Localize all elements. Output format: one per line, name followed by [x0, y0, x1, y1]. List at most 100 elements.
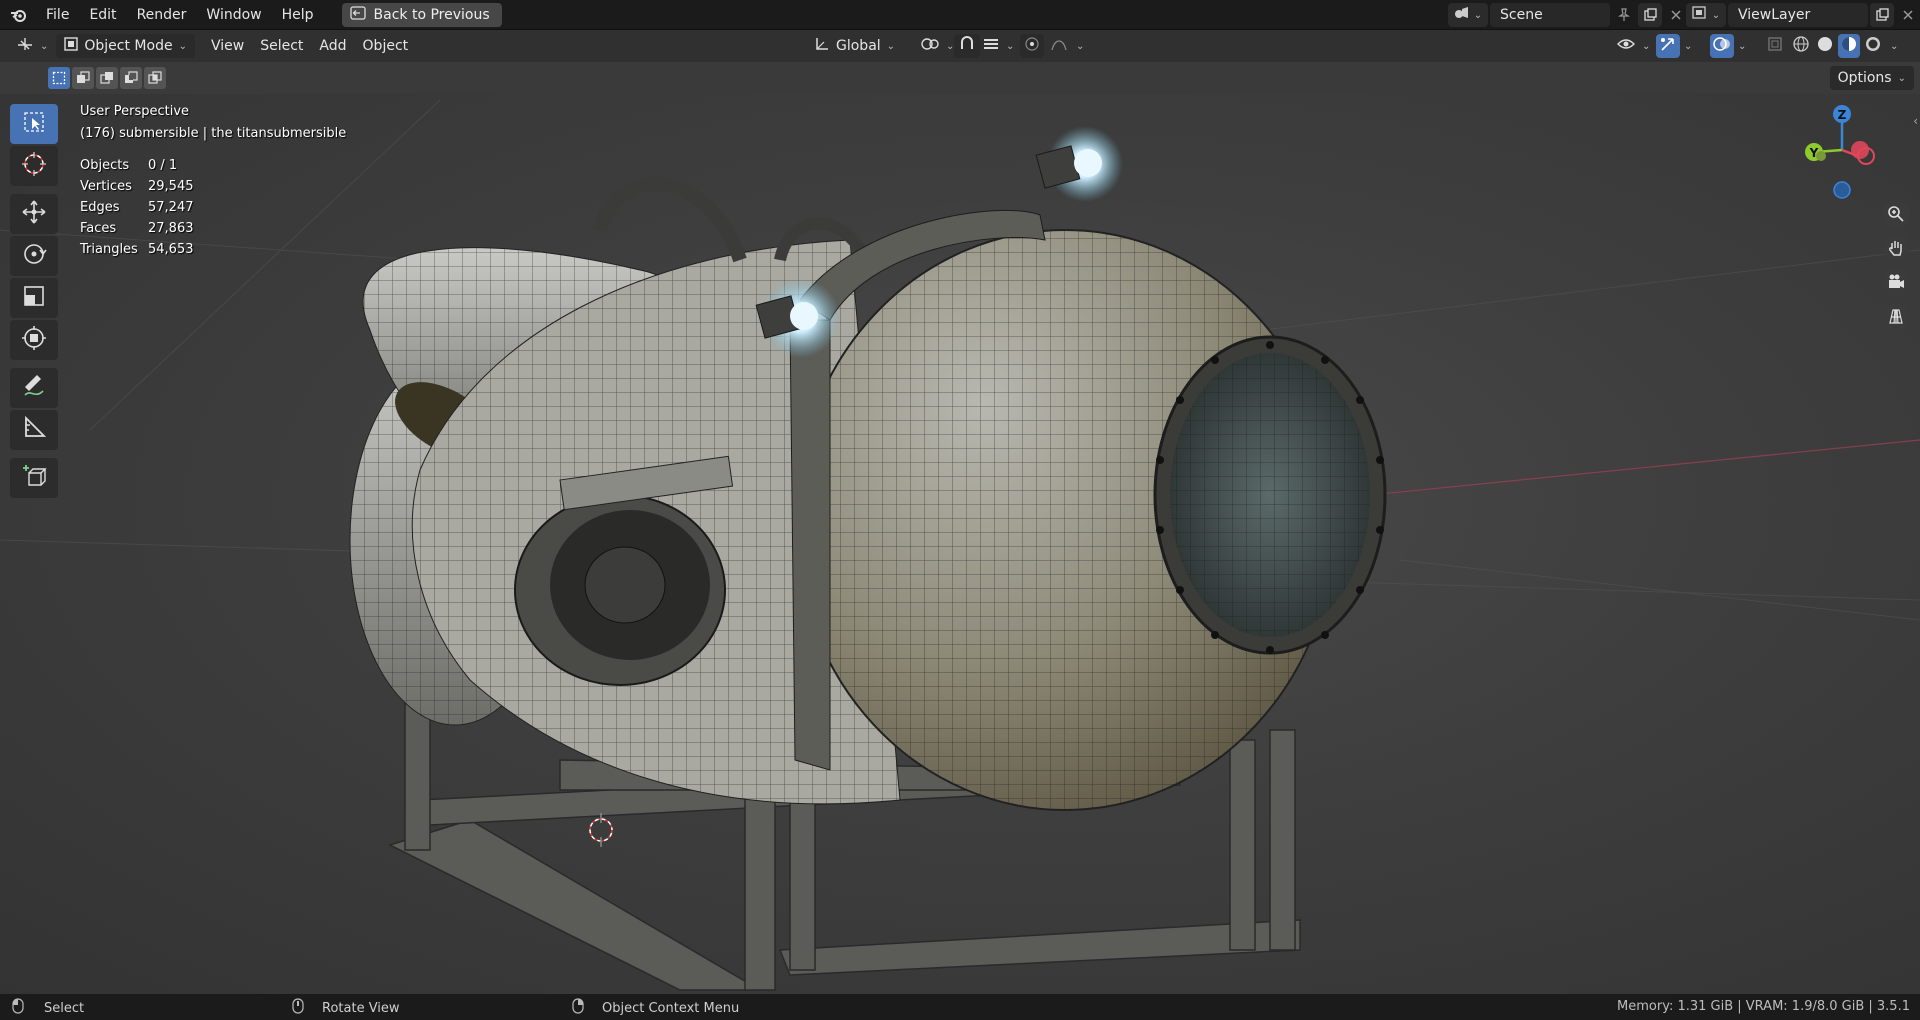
mouse-left-icon [12, 998, 24, 1018]
gizmo-dropdown[interactable]: ⌄ [1680, 34, 1696, 58]
close-icon[interactable] [1896, 3, 1920, 27]
stat-value: 54,653 [148, 242, 194, 257]
move-tool[interactable] [10, 194, 58, 234]
selection-mode-group [48, 67, 166, 89]
view-layer-name-field[interactable]: ViewLayer [1728, 3, 1868, 27]
view-layer-browse-dropdown[interactable]: ⌄ [1686, 3, 1726, 27]
chevron-down-icon: ⌄ [1006, 40, 1015, 52]
3d-viewport[interactable]: User Perspective (176) submersible | the… [0, 94, 1920, 994]
menu-object[interactable]: Object [355, 34, 417, 58]
scene-name-field[interactable]: Scene [1490, 3, 1610, 27]
stat-label: Objects [80, 158, 130, 173]
chevron-down-icon: ⌄ [1684, 40, 1693, 52]
stat-label: Faces [80, 221, 117, 236]
z-axis-label: Z [1838, 108, 1847, 122]
object-mode-icon [64, 37, 79, 55]
neg-z-axis-ball [1833, 181, 1851, 199]
shading-wireframe-button[interactable] [1790, 34, 1812, 58]
blender-logo-icon[interactable] [0, 0, 36, 30]
camera-view-icon[interactable] [1882, 268, 1910, 296]
cursor-icon [21, 151, 47, 181]
back-label: Back to Previous [373, 6, 490, 23]
select-extend-icon[interactable] [72, 67, 94, 89]
cursor-tool[interactable] [10, 146, 58, 186]
stat-row: Vertices 29,545 [80, 179, 346, 200]
tool-palette [10, 104, 58, 500]
close-icon[interactable] [1664, 3, 1688, 27]
proportional-editing-toggle[interactable] [1020, 34, 1044, 58]
stat-value: 0 / 1 [148, 158, 178, 173]
status-bar: Select Rotate View Object Context Menu M… [0, 994, 1920, 1020]
back-to-previous-button[interactable]: Back to Previous [341, 2, 502, 27]
status-rotate-hint: Rotate View [292, 998, 400, 1018]
transform-tool[interactable] [10, 320, 58, 360]
snap-toggle[interactable] [954, 34, 980, 58]
gizmo-toggle[interactable] [1656, 34, 1680, 58]
editor-type-dropdown[interactable]: ⌄ [8, 34, 56, 58]
falloff-dropdown[interactable]: ⌄ [1046, 34, 1088, 58]
menu-window[interactable]: Window [196, 0, 271, 30]
zoom-icon[interactable] [1882, 200, 1910, 228]
menu-edit[interactable]: Edit [79, 0, 126, 30]
top-menu-bar: File Edit Render Window Help Back to Pre… [0, 0, 1920, 30]
add-cube-tool[interactable] [10, 458, 58, 498]
orientation-dropdown[interactable]: Global ⌄ [806, 34, 903, 58]
add-cube-icon [21, 463, 47, 493]
shading-rendered-button[interactable] [1862, 34, 1884, 58]
visibility-dropdown[interactable]: ⌄ [1612, 34, 1654, 58]
overlays-icon [1712, 35, 1732, 57]
chevron-down-icon: ⌄ [1473, 9, 1483, 21]
annotate-tool[interactable] [10, 368, 58, 408]
viewport-info-overlay: User Perspective (176) submersible | the… [80, 104, 346, 263]
menu-file[interactable]: File [36, 0, 79, 30]
status-select-label: Select [44, 1000, 85, 1016]
select-box-tool[interactable] [10, 104, 58, 144]
view-layer-selector: ⌄ ViewLayer [1686, 3, 1920, 27]
snap-increment-icon [982, 36, 1000, 56]
menu-add[interactable]: Add [311, 34, 354, 58]
stat-row: Edges 57,247 [80, 200, 346, 221]
view-name: User Perspective [80, 104, 190, 119]
snap-target-dropdown[interactable]: ⌄ [978, 34, 1018, 58]
shading-dropdown[interactable]: ⌄ [1886, 34, 1902, 58]
menu-select[interactable]: Select [252, 34, 311, 58]
new-scene-icon[interactable] [1638, 3, 1662, 27]
scene-name: Scene [1500, 7, 1543, 23]
menu-view[interactable]: View [203, 34, 252, 58]
scale-tool[interactable] [10, 278, 58, 318]
options-dropdown[interactable]: Options ⌄ [1829, 66, 1914, 90]
shading-solid-button[interactable] [1814, 34, 1836, 58]
stat-row: Triangles 54,653 [80, 242, 346, 263]
measure-tool[interactable] [10, 410, 58, 450]
scene-browse-dropdown[interactable]: ⌄ [1448, 3, 1488, 27]
chevron-down-icon: ⌄ [1642, 40, 1651, 52]
navigation-gizmo[interactable]: Z Y [1788, 94, 1908, 214]
sidebar-toggle-icon[interactable]: ‹ [1913, 114, 1918, 128]
select-new-icon[interactable] [48, 67, 70, 89]
select-invert-icon[interactable] [120, 67, 142, 89]
overlays-toggle[interactable] [1710, 34, 1734, 58]
stat-row: Faces 27,863 [80, 221, 346, 242]
pan-hand-icon[interactable] [1882, 234, 1910, 262]
xray-toggle[interactable] [1764, 34, 1786, 58]
view-layer-name: ViewLayer [1738, 7, 1811, 23]
overlays-dropdown[interactable]: ⌄ [1734, 34, 1750, 58]
memory-info: Memory: 1.31 GiB | VRAM: 1.9/8.0 GiB | 3… [1617, 999, 1910, 1014]
wireframe-sphere-icon [1792, 35, 1810, 57]
viewport-nav-buttons [1882, 200, 1910, 330]
menu-render[interactable]: Render [127, 0, 197, 30]
pin-icon[interactable] [1612, 3, 1636, 27]
proportional-editing-icon [1024, 36, 1040, 56]
new-view-layer-icon[interactable] [1870, 3, 1894, 27]
select-intersect-icon[interactable] [144, 67, 166, 89]
menu-help[interactable]: Help [272, 0, 324, 30]
select-subtract-icon[interactable] [96, 67, 118, 89]
gizmo-icon [1658, 35, 1678, 57]
scene-selector: ⌄ Scene [1448, 3, 1688, 27]
mode-dropdown[interactable]: Object Mode ⌄ [56, 34, 195, 58]
perspective-grid-icon[interactable] [1882, 302, 1910, 330]
transform-orientation-icon [814, 36, 830, 56]
snap-icon [958, 35, 976, 57]
rotate-tool[interactable] [10, 236, 58, 276]
shading-material-button[interactable] [1838, 34, 1860, 58]
